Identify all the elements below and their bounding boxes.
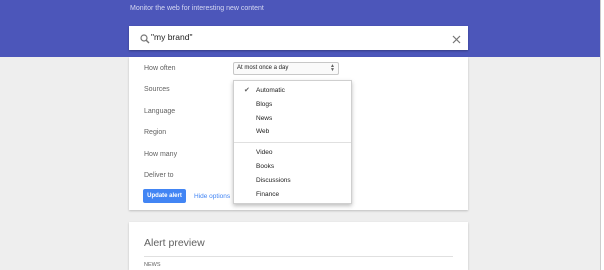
deliver-to-label: Deliver to bbox=[144, 172, 174, 179]
dropdown-item-blogs[interactable]: Blogs bbox=[256, 101, 272, 108]
search-icon bbox=[139, 32, 151, 44]
hide-options-link[interactable]: Hide options bbox=[194, 193, 230, 200]
search-value: "my brand" bbox=[151, 32, 193, 42]
how-often-label: How often bbox=[144, 65, 176, 72]
search-input[interactable]: "my brand" bbox=[129, 26, 468, 50]
preview-section-label: NEWS bbox=[144, 262, 161, 268]
select-arrows-icon: ▲ ▼ bbox=[330, 63, 335, 73]
window-edge bbox=[600, 0, 604, 270]
dropdown-item-discussions[interactable]: Discussions bbox=[256, 177, 291, 184]
preview-title: Alert preview bbox=[144, 237, 205, 249]
how-often-select[interactable]: At most once a day ▲ ▼ bbox=[233, 62, 339, 75]
dropdown-item-video[interactable]: Video bbox=[256, 149, 273, 156]
alert-preview-card: Alert preview NEWS bbox=[129, 222, 468, 270]
how-often-value: At most once a day bbox=[237, 65, 289, 71]
language-label: Language bbox=[144, 108, 176, 115]
sources-dropdown: ✔ Automatic Blogs News Web Video Books D… bbox=[233, 80, 352, 204]
dropdown-item-news[interactable]: News bbox=[256, 115, 272, 122]
sources-label: Sources bbox=[144, 86, 170, 93]
update-alert-button[interactable]: Update alert bbox=[143, 189, 186, 203]
checkmark-icon: ✔ bbox=[244, 87, 250, 94]
region-label: Region bbox=[144, 129, 167, 136]
how-many-label: How many bbox=[144, 151, 178, 158]
dropdown-item-books[interactable]: Books bbox=[256, 163, 274, 170]
dropdown-item-finance[interactable]: Finance bbox=[256, 191, 279, 198]
dropdown-item-automatic[interactable]: Automatic bbox=[256, 87, 285, 94]
close-icon[interactable] bbox=[451, 32, 462, 44]
dropdown-item-web[interactable]: Web bbox=[256, 128, 269, 135]
preview-divider bbox=[144, 256, 453, 257]
tagline: Monitor the web for interesting new cont… bbox=[130, 5, 264, 12]
dropdown-divider bbox=[234, 142, 351, 143]
